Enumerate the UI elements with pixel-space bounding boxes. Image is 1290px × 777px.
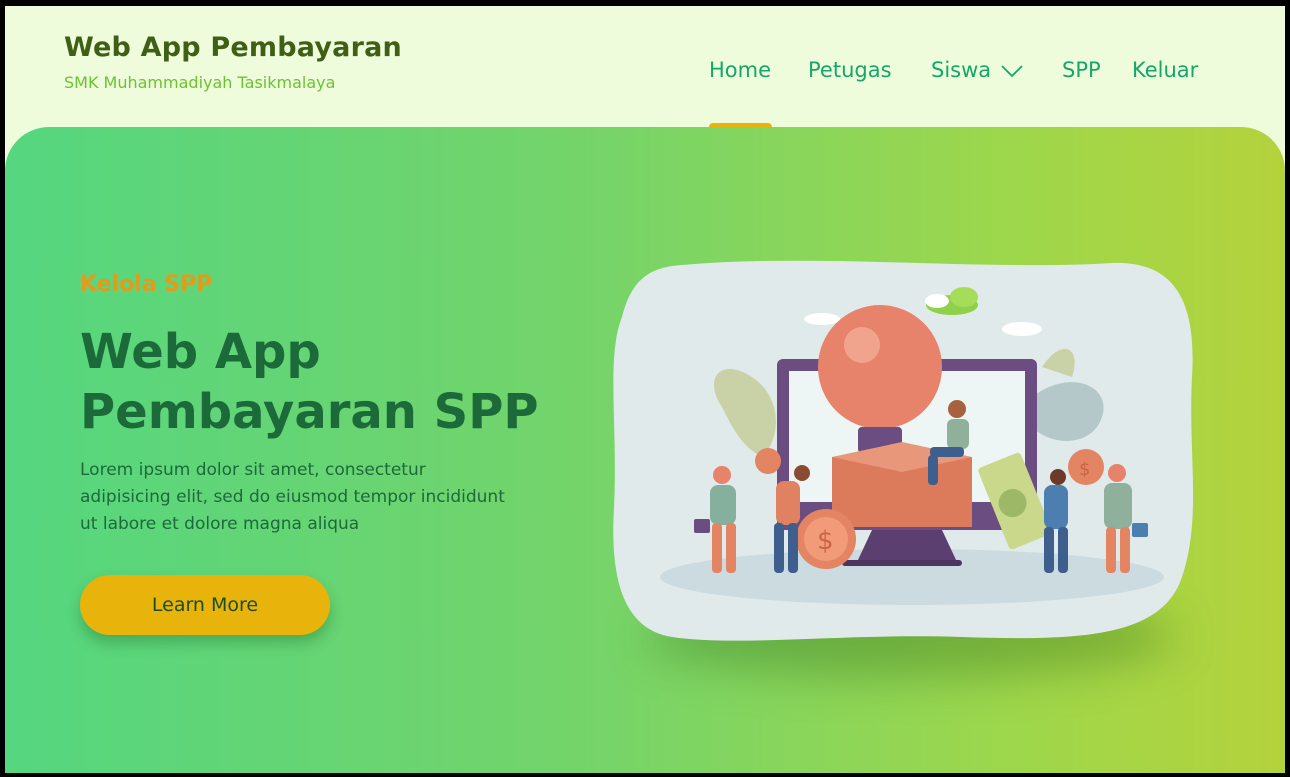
learn-more-button[interactable]: Learn More <box>80 575 330 635</box>
nav-item-petugas[interactable]: Petugas <box>808 54 892 86</box>
nav-item-spp[interactable]: SPP <box>1062 54 1101 86</box>
nav-item-keluar[interactable]: Keluar <box>1132 54 1198 86</box>
hero-paragraph: Lorem ipsum dolor sit amet, consectetur … <box>80 460 505 534</box>
nav-item-siswa-label: Siswa <box>931 58 992 82</box>
hero-section: Kelola SPP Web App Pembayaran SPP Lorem … <box>5 127 1285 773</box>
main-nav: Home Petugas Siswa SPP Keluar <box>5 54 1285 86</box>
hero-headline: Web App Pembayaran SPP <box>80 324 539 440</box>
nav-item-siswa[interactable]: Siswa <box>931 54 1023 87</box>
payment-illustration: $ $ <box>613 260 1194 641</box>
chevron-down-icon[interactable] <box>1001 55 1023 87</box>
hero-eyebrow: Kelola SPP <box>80 272 213 297</box>
svg-text:$: $ <box>1079 459 1090 480</box>
svg-text:$: $ <box>817 526 834 556</box>
app-window: Web App Pembayaran SMK Muhammadiyah Tasi… <box>5 6 1285 773</box>
nav-item-home[interactable]: Home <box>709 54 771 86</box>
